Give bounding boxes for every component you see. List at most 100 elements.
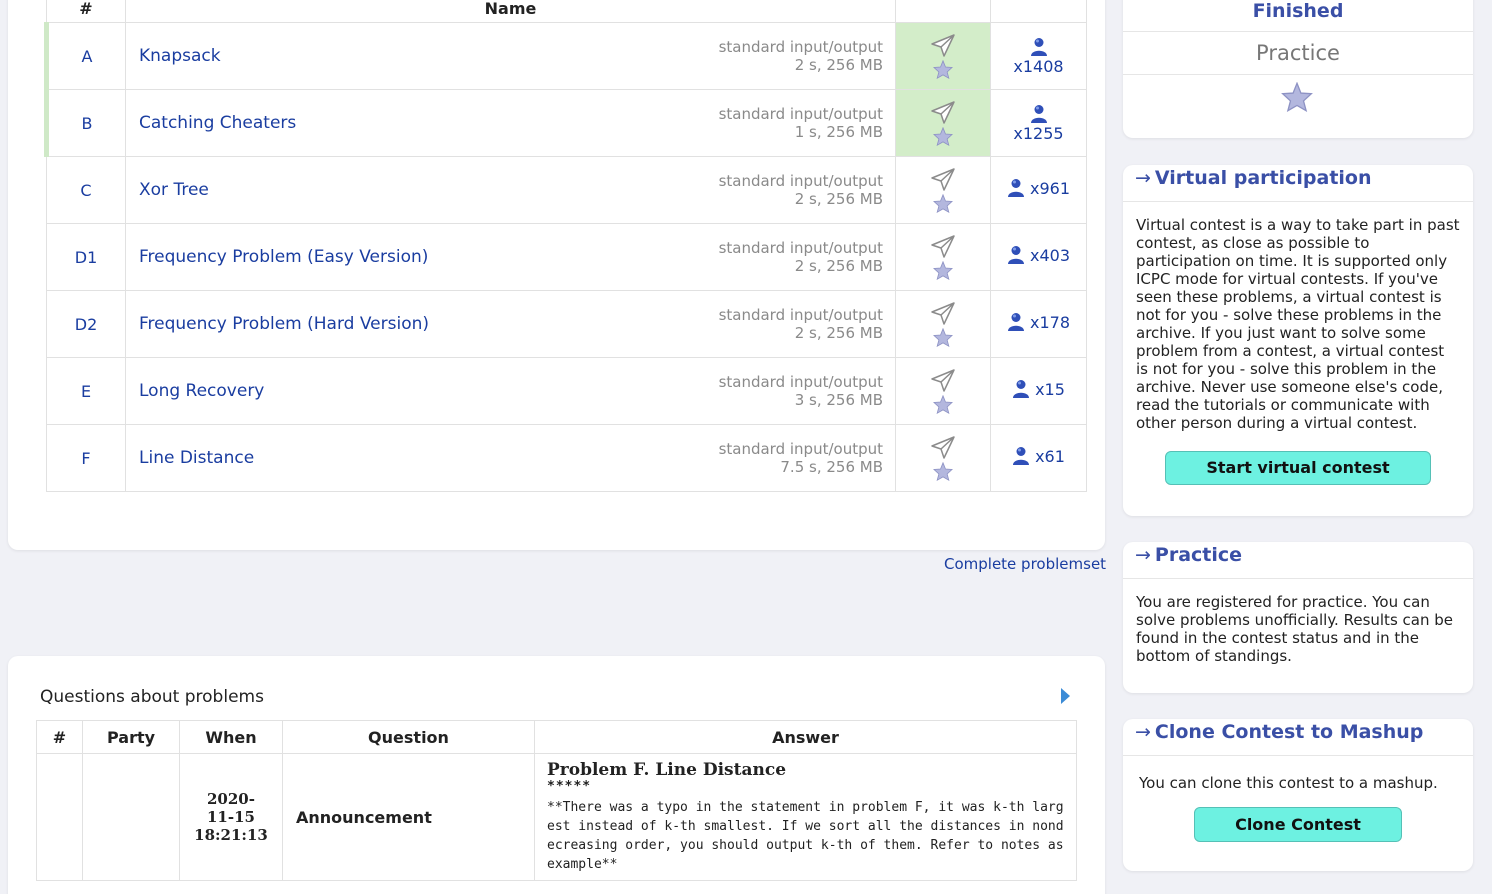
problem-limits: standard input/output 1 s, 256 MB	[719, 105, 883, 141]
arrow-right-icon: →	[1135, 544, 1151, 566]
problem-io: standard input/output	[718, 373, 883, 391]
header-actions	[895, 0, 991, 23]
user-icon	[1007, 178, 1025, 198]
problem-name-cell: Line Distance standard input/output 7.5 s,…	[125, 424, 896, 492]
star-icon[interactable]	[1281, 82, 1313, 112]
question-index	[36, 753, 83, 881]
complete-problemset-link[interactable]: Complete problemset	[944, 555, 1106, 573]
problem-name-link[interactable]: Frequency Problem (Easy Version)	[139, 247, 428, 267]
question-when: 2020- 11-15 18:21:13	[179, 753, 283, 881]
problem-index-link[interactable]: D2	[75, 315, 98, 334]
questions-card: Questions about problems # Party When Qu…	[8, 656, 1105, 894]
paper-plane-icon[interactable]	[930, 435, 956, 460]
paper-plane-icon[interactable]	[930, 301, 956, 326]
arrow-right-icon: →	[1135, 721, 1151, 743]
problem-actions-cell	[895, 22, 991, 90]
problem-actions-cell	[895, 357, 991, 425]
problem-io: standard input/output	[718, 172, 883, 190]
solved-count-link[interactable]: x1408	[1013, 37, 1064, 76]
problem-name-link[interactable]: Long Recovery	[139, 381, 264, 401]
practice-label: Practice	[1123, 31, 1473, 75]
problem-name-link[interactable]: Frequency Problem (Hard Version)	[139, 314, 429, 334]
problem-name-link[interactable]: Catching Cheaters	[139, 113, 296, 133]
problem-actions-cell	[895, 290, 991, 358]
star-icon[interactable]	[933, 260, 953, 280]
question-row: 2020- 11-15 18:21:13 Announcement Proble…	[36, 753, 1077, 881]
problem-solved-cell: x1408	[990, 22, 1087, 90]
paper-plane-icon[interactable]	[930, 368, 956, 393]
answer-body: **There was a typo in the statement in p…	[547, 800, 1064, 872]
solved-count: x1408	[1013, 56, 1064, 76]
problem-row: B Catching Cheaters standard input/output 1…	[44, 89, 1087, 157]
star-icon[interactable]	[933, 193, 953, 213]
solved-count: x403	[1029, 245, 1070, 265]
problem-limits: standard input/output 3 s, 256 MB	[719, 373, 883, 409]
problem-time-memory: 3 s, 256 MB	[794, 391, 883, 409]
q-header-index: #	[36, 720, 83, 754]
triangle-right-icon[interactable]	[1061, 688, 1070, 704]
problem-index-link[interactable]: B	[82, 114, 93, 133]
problems-table-header: # Name	[46, 0, 1087, 23]
star-icon[interactable]	[933, 394, 953, 414]
star-icon[interactable]	[933, 59, 953, 79]
practice-title: → Practice	[1123, 542, 1473, 579]
problem-limits: standard input/output 7.5 s, 256 MB	[719, 440, 883, 476]
problem-index-link[interactable]: F	[81, 449, 90, 468]
solved-count-link[interactable]: x61	[1012, 446, 1065, 466]
problem-name-link[interactable]: Xor Tree	[139, 180, 209, 200]
start-virtual-contest-button[interactable]: Start virtual contest	[1165, 451, 1431, 485]
user-icon	[1012, 446, 1030, 466]
user-icon	[1030, 37, 1048, 57]
solved-count-link[interactable]: x15	[1012, 379, 1065, 399]
contest-status-box: Finished Practice	[1123, 0, 1473, 138]
problem-row: D2 Frequency Problem (Hard Version) standa…	[46, 290, 1087, 358]
clone-contest-button[interactable]: Clone Contest	[1194, 807, 1402, 842]
problem-index-link[interactable]: E	[81, 382, 91, 401]
problem-time-memory: 7.5 s, 256 MB	[780, 458, 883, 476]
problem-solved-cell: x961	[990, 156, 1087, 224]
q-header-when: When	[179, 720, 283, 754]
problem-name-link[interactable]: Line Distance	[139, 448, 254, 468]
problem-index-link[interactable]: C	[80, 181, 91, 200]
problem-name-cell: Catching Cheaters standard input/output 1 …	[125, 89, 896, 157]
virtual-participation-heading: Virtual participation	[1154, 167, 1372, 189]
paper-plane-icon[interactable]	[930, 234, 956, 259]
problem-time-memory: 2 s, 256 MB	[794, 190, 883, 208]
problem-solved-cell: x178	[990, 290, 1087, 358]
paper-plane-icon[interactable]	[930, 167, 956, 192]
solved-count: x61	[1035, 446, 1065, 466]
problem-index-link[interactable]: A	[82, 47, 93, 66]
answer-title: Problem F. Line Distance	[547, 760, 787, 780]
problems-card: # Name A Knapsack standard input/output 2 s…	[8, 0, 1105, 550]
solved-count-link[interactable]: x403	[1007, 245, 1070, 265]
virtual-participation-title: → Virtual participation	[1123, 165, 1473, 202]
problem-actions-cell	[895, 424, 991, 492]
problem-io: standard input/output	[718, 239, 883, 257]
contest-status: Finished	[1252, 0, 1344, 22]
problem-name-cell: Knapsack standard input/output 2 s, 256 MB	[125, 22, 896, 90]
solved-count-link[interactable]: x961	[1007, 178, 1070, 198]
question-when-line: 11-15	[207, 808, 255, 826]
star-icon[interactable]	[933, 126, 953, 146]
clone-contest-box: → Clone Contest to Mashup You can clone t…	[1123, 719, 1473, 871]
problem-index-cell: C	[46, 156, 126, 224]
solved-count-link[interactable]: x1255	[1013, 104, 1064, 143]
solved-count-link[interactable]: x178	[1007, 312, 1070, 332]
problem-actions-cell	[895, 223, 991, 291]
user-icon	[1007, 312, 1025, 332]
problem-limits: standard input/output 2 s, 256 MB	[719, 239, 883, 275]
clone-contest-text: You can clone this contest to a mashup.	[1139, 774, 1438, 792]
solved-count: x961	[1029, 178, 1070, 198]
problem-io: standard input/output	[718, 38, 883, 56]
star-icon[interactable]	[933, 327, 953, 347]
problem-index-cell: B	[44, 89, 126, 157]
star-icon[interactable]	[933, 461, 953, 481]
q-header-question: Question	[282, 720, 535, 754]
problem-name-link[interactable]: Knapsack	[139, 46, 221, 66]
problem-time-memory: 2 s, 256 MB	[794, 324, 883, 342]
questions-table-header: # Party When Question Answer	[36, 720, 1077, 754]
paper-plane-icon[interactable]	[930, 100, 956, 125]
paper-plane-icon[interactable]	[930, 33, 956, 58]
problem-index-link[interactable]: D1	[75, 248, 98, 267]
virtual-participation-text: Virtual contest is a way to take part in…	[1136, 216, 1460, 432]
